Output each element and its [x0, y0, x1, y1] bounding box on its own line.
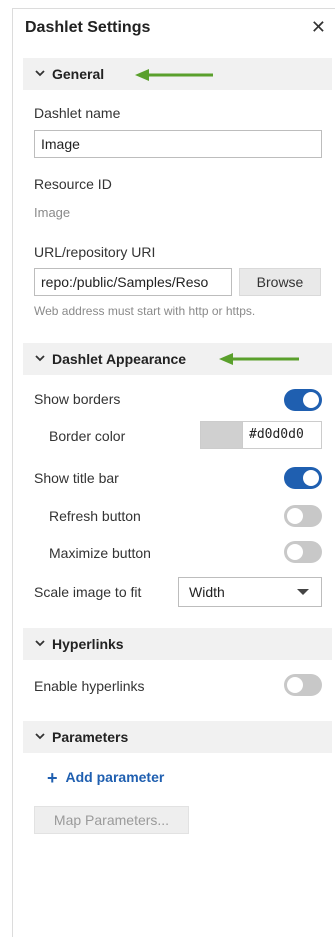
chevron-down-icon	[35, 355, 45, 362]
scale-image-label: Scale image to fit	[34, 584, 142, 600]
panel-title: Dashlet Settings	[25, 19, 151, 36]
panel-header: Dashlet Settings ✕	[13, 9, 335, 47]
dashlet-name-label: Dashlet name	[34, 105, 121, 121]
show-borders-label: Show borders	[34, 391, 121, 407]
maximize-button-label: Maximize button	[49, 545, 151, 561]
enable-hyperlinks-toggle[interactable]	[284, 674, 322, 696]
annotation-arrow-icon	[135, 69, 213, 81]
toggle-knob	[287, 677, 303, 693]
map-parameters-button[interactable]: Map Parameters...	[34, 806, 189, 834]
maximize-button-toggle[interactable]	[284, 541, 322, 563]
add-parameter-button[interactable]: + Add parameter	[47, 768, 164, 789]
refresh-button-label: Refresh button	[49, 508, 141, 524]
show-title-bar-label: Show title bar	[34, 470, 119, 486]
enable-hyperlinks-label: Enable hyperlinks	[34, 678, 145, 694]
url-input[interactable]: repo:/public/Samples/Reso	[34, 268, 232, 296]
scale-image-value: Width	[189, 584, 225, 600]
toggle-knob	[287, 544, 303, 560]
toggle-knob	[303, 392, 319, 408]
dashlet-name-input[interactable]: Image	[34, 130, 322, 158]
url-label: URL/repository URI	[34, 244, 156, 260]
show-borders-toggle[interactable]	[284, 389, 322, 411]
border-color-swatch[interactable]	[200, 421, 242, 449]
caret-down-icon	[297, 589, 309, 595]
toggle-knob	[303, 470, 319, 486]
browse-button[interactable]: Browse	[239, 268, 321, 296]
chevron-down-icon	[35, 733, 45, 740]
resource-id-value: Image	[34, 205, 71, 220]
border-color-label: Border color	[49, 428, 126, 444]
chevron-down-icon	[35, 70, 45, 77]
scale-image-select[interactable]: Width	[178, 577, 322, 607]
section-parameters-label: Parameters	[52, 729, 129, 745]
section-parameters-header[interactable]: Parameters	[23, 721, 332, 753]
chevron-down-icon	[35, 640, 45, 647]
url-hint: Web address must start with http or http…	[34, 304, 256, 318]
toggle-knob	[287, 508, 303, 524]
show-title-bar-toggle[interactable]	[284, 467, 322, 489]
plus-icon: +	[47, 768, 58, 788]
add-parameter-label: Add parameter	[65, 769, 165, 785]
close-icon[interactable]: ✕	[311, 17, 326, 38]
section-hyperlinks-label: Hyperlinks	[52, 636, 124, 652]
section-hyperlinks-header[interactable]: Hyperlinks	[23, 628, 332, 660]
dashlet-settings-panel: Dashlet Settings ✕ General Dashlet name …	[12, 8, 335, 937]
annotation-arrow-icon	[219, 353, 299, 365]
refresh-button-toggle[interactable]	[284, 505, 322, 527]
section-appearance-label: Dashlet Appearance	[52, 351, 187, 367]
section-general-label: General	[52, 66, 105, 82]
resource-id-label: Resource ID	[34, 176, 112, 192]
border-color-input[interactable]: #d0d0d0	[242, 421, 322, 449]
